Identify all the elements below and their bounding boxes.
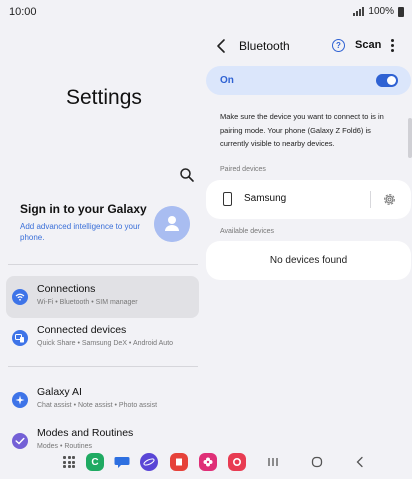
back-icon[interactable]	[353, 456, 367, 468]
sparkle-icon	[12, 392, 28, 408]
bluetooth-switch[interactable]	[376, 74, 398, 87]
avatar[interactable]	[154, 206, 190, 242]
divider	[8, 366, 198, 367]
search-icon[interactable]	[179, 167, 195, 183]
help-icon[interactable]: ?	[332, 39, 345, 52]
status-bar: 10:00 100%	[0, 0, 412, 24]
signal-icon	[353, 7, 365, 16]
available-devices-header: Available devices	[220, 228, 274, 235]
menu-item-subtitle: Wi-Fi • Bluetooth • SIM manager	[37, 299, 138, 306]
taskbar: C	[0, 452, 412, 479]
wifi-icon	[12, 289, 28, 305]
recent-apps-icon[interactable]	[266, 456, 280, 468]
gear-icon[interactable]	[382, 192, 397, 207]
profile-subtitle: Add advanced intelligence to your phone.	[20, 222, 141, 242]
pairing-info-text: Make sure the device you want to connect…	[220, 112, 384, 148]
menu-item-subtitle: Modes • Routines	[37, 443, 92, 450]
devices-icon	[12, 330, 28, 346]
camera-app-icon[interactable]	[228, 453, 246, 471]
phone-app-icon[interactable]: C	[86, 453, 104, 471]
battery-icon	[398, 6, 404, 17]
paired-device-samsung[interactable]: Samsung	[206, 180, 411, 219]
divider	[370, 191, 371, 208]
divider	[8, 264, 198, 265]
phone-icon	[223, 192, 232, 206]
home-icon[interactable]	[310, 456, 324, 468]
available-devices-list: No devices found	[206, 241, 411, 280]
status-indicators: 100%	[353, 6, 404, 17]
settings-title: Settings	[66, 86, 142, 109]
messages-app-icon[interactable]	[113, 453, 131, 471]
bluetooth-master-toggle[interactable]: On	[206, 66, 411, 95]
paired-devices-header: Paired devices	[220, 166, 266, 173]
device-name: Samsung	[244, 193, 287, 204]
menu-item-subtitle: Chat assist • Note assist • Photo assist	[37, 402, 158, 409]
bluetooth-title: Bluetooth	[239, 39, 290, 53]
apps-grid-icon[interactable]	[60, 453, 78, 471]
toggle-label: On	[220, 75, 234, 86]
menu-item-connected-devices[interactable]: Connected devices Quick Share • Samsung …	[6, 317, 199, 359]
flower-app-icon[interactable]	[199, 453, 217, 471]
internet-app-icon[interactable]	[140, 453, 158, 471]
notes-app-icon[interactable]	[170, 453, 188, 471]
menu-item-subtitle: Quick Share • Samsung DeX • Android Auto	[37, 340, 174, 347]
scrollbar[interactable]	[408, 118, 412, 158]
menu-item-connections[interactable]: Connections Wi-Fi • Bluetooth • SIM mana…	[6, 276, 199, 318]
back-arrow-icon[interactable]	[215, 38, 229, 54]
more-options-icon[interactable]	[391, 39, 395, 52]
menu-item-galaxy-ai[interactable]: Galaxy AI Chat assist • Note assist • Ph…	[6, 379, 199, 421]
menu-item-title: Galaxy AI	[37, 386, 82, 398]
menu-item-title: Modes and Routines	[37, 427, 134, 439]
menu-item-title: Connections	[37, 283, 96, 295]
check-icon	[12, 433, 28, 449]
battery-percent: 100%	[368, 6, 394, 17]
status-time: 10:00	[9, 6, 37, 18]
scan-button[interactable]: Scan	[355, 39, 381, 51]
menu-item-title: Connected devices	[37, 324, 127, 336]
no-devices-text: No devices found	[269, 255, 348, 266]
